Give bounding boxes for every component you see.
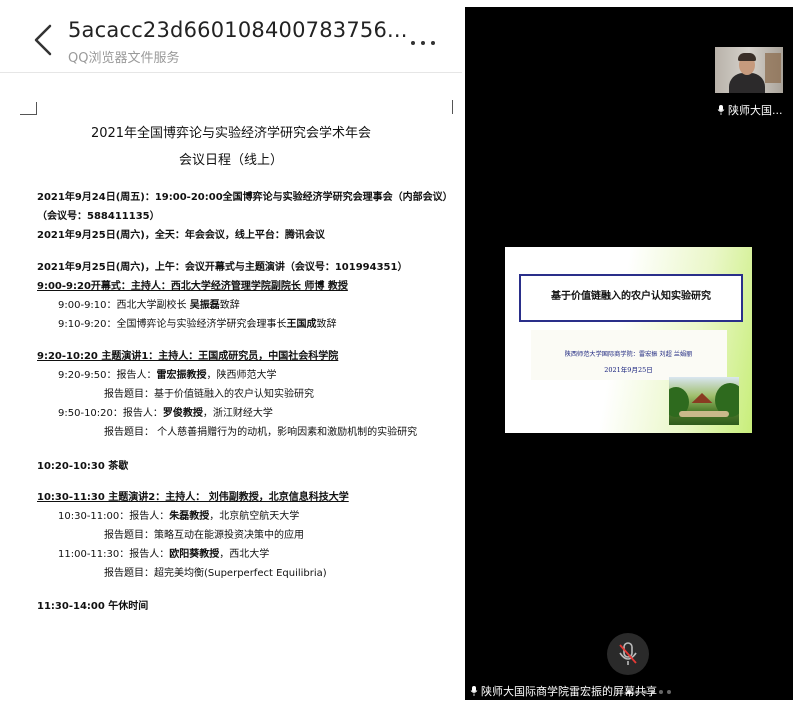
shared-slide: 基于价值链融入的农户认知实验研究 陕西师范大学国际商学院：雷宏振 刘超 兰娟丽 … — [505, 247, 752, 433]
slide-title: 基于价值链融入的农户认知实验研究 — [551, 291, 711, 302]
doc-line: 报告题目：超完美均衡(Superperfect Equilibria) — [104, 568, 327, 579]
pdf-viewer-panel: 5acacc23d660108400783756... QQ浏览器文件服务 20… — [0, 0, 462, 707]
microphone-icon — [717, 105, 725, 115]
microphone-icon — [470, 686, 478, 696]
doc-line: 9:20-9:50：报告人：雷宏振教授，陕西师范大学 — [58, 370, 277, 381]
page-corner-mark-left — [20, 102, 37, 115]
file-title: 5acacc23d660108400783756... — [68, 18, 408, 42]
participant-name: 陕师大国... — [717, 102, 783, 118]
viewer-toolbar: 5acacc23d660108400783756... QQ浏览器文件服务 — [0, 0, 462, 72]
doc-line: 9:50-10:20：报告人：罗俊教授，浙江财经大学 — [58, 408, 273, 419]
toolbar-divider — [0, 72, 462, 73]
doc-line: 2021年9月25日(周六)，全天：年会会议，线上平台：腾讯会议 — [37, 230, 325, 241]
slide-title-box: 基于价值链融入的农户认知实验研究 — [519, 274, 743, 322]
doc-line: 报告题目：基于价值链融入的农户认知实验研究 — [104, 389, 314, 400]
slide-date: 2021年9月25日 — [604, 366, 653, 374]
doc-line: 10:30-11:00：报告人：朱磊教授，北京航空航天大学 — [58, 511, 300, 522]
doc-line: 11:00-11:30：报告人：欧阳葵教授，西北大学 — [58, 549, 270, 560]
doc-line: 报告题目：策略互动在能源投资决策中的应用 — [104, 530, 304, 541]
microphone-muted-icon — [619, 642, 637, 665]
doc-line: （会议号：588411135） — [37, 211, 160, 222]
screen-share-label: 陕师大国际商学院雷宏振的屏幕共享 — [470, 683, 657, 699]
doc-line: 报告题目： 个人慈善捐赠行为的动机，影响因素和激励机制的实验研究 — [104, 427, 418, 438]
doc-line: 9:00-9:20开幕式：主持人：西北大学经济管理学院副院长 师博 教授 — [37, 281, 348, 292]
doc-line: 2021年9月24日(周五)：19:00-20:00全国博弈论与实验经济学研究会… — [37, 192, 453, 203]
campus-photo — [669, 377, 739, 425]
doc-line: 11:30-14:00 午休时间 — [37, 601, 149, 612]
doc-line: 9:10-9:20：全国博弈论与实验经济学研究会理事长王国成致辞 — [58, 319, 337, 330]
page-corner-mark-right — [452, 100, 459, 114]
file-source: QQ浏览器文件服务 — [68, 51, 180, 66]
doc-line: 10:20-10:30 茶歇 — [37, 461, 129, 472]
slide-authors: 陕西师范大学国际商学院：雷宏振 刘超 兰娟丽 — [564, 351, 693, 358]
chevron-left-icon[interactable] — [30, 22, 58, 58]
doc-line: 2021年9月25日(周六)，上午：会议开幕式与主题演讲（会议号：1019943… — [37, 262, 408, 273]
doc-line: 9:00-9:10：西北大学副校长 吴振磊致辞 — [58, 300, 240, 311]
mute-button[interactable] — [607, 633, 649, 675]
doc-line: 10:30-11:30 主题演讲2：主持人： 刘伟副教授，北京信息科技大学 — [37, 492, 349, 503]
doc-subheading: 会议日程（线上） — [178, 153, 283, 168]
doc-heading: 2021年全国博弈论与实验经济学研究会学术年会 — [90, 126, 372, 141]
meeting-screen-share-panel: 陕师大国... 基于价值链融入的农户认知实验研究 陕西师范大学国际商学院：雷宏振… — [465, 7, 793, 700]
participant-video-thumbnail[interactable] — [715, 47, 783, 93]
doc-line: 9:20-10:20 主题演讲1：主持人：王国成研究员，中国社会科学院 — [37, 351, 339, 362]
more-horizontal-icon[interactable] — [408, 30, 442, 50]
